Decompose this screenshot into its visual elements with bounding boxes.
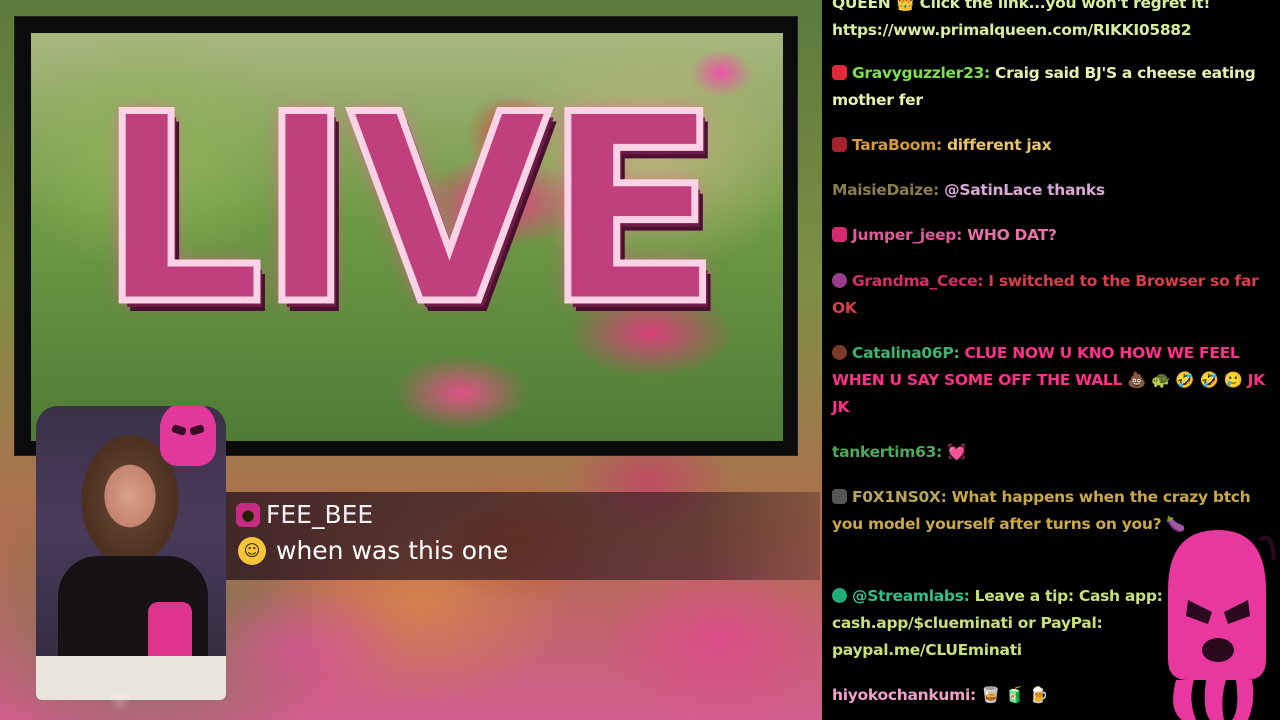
- user-badge-icon: [832, 273, 847, 288]
- chat-username[interactable]: @Streamlabs:: [852, 587, 970, 605]
- chat-message: Jumper_jeep: WHO DAT?: [832, 222, 1272, 249]
- highlight-message-text: when was this one: [276, 536, 509, 565]
- chat-text: 💓: [942, 443, 967, 461]
- highlight-body: ☺ when was this one: [238, 536, 508, 565]
- user-badge-icon: [832, 345, 847, 360]
- chat-message: TaraBoom: different jax: [832, 132, 1272, 159]
- user-badge-icon: [832, 227, 847, 242]
- mask-icon: [160, 406, 216, 466]
- user-badge-icon: [832, 137, 847, 152]
- chat-username[interactable]: Jumper_jeep:: [852, 226, 962, 244]
- streamer-body: [58, 556, 208, 700]
- chat-username[interactable]: F0X1NS0X:: [852, 488, 947, 506]
- chat-message: MaisieDaize: @SatinLace thanks: [832, 177, 1272, 204]
- chat-text: 🥃 🧃 🍺: [975, 686, 1049, 704]
- highlighted-chat-message: ● FEE_BEE ☺ when was this one: [226, 492, 820, 580]
- chat-username[interactable]: MaisieDaize:: [832, 181, 939, 199]
- desk: [36, 656, 226, 700]
- live-title: LIVE: [95, 60, 725, 362]
- streamlabs-badge-icon: [832, 588, 847, 603]
- chat-username[interactable]: Gravyguzzler23:: [852, 64, 990, 82]
- webcam-feed: [36, 406, 226, 700]
- chat-username[interactable]: tankertim63:: [832, 443, 942, 461]
- microphone-icon: [148, 602, 192, 672]
- chat-username[interactable]: Catalina06P:: [852, 344, 960, 362]
- highlight-user: ● FEE_BEE: [236, 500, 373, 529]
- chat-message: tankertim63: 💓: [832, 439, 1272, 466]
- chat-text: QUEEN 👑 Click the link...you won't regre…: [832, 0, 1211, 39]
- video-frame: LIVE: [14, 16, 798, 456]
- chat-username[interactable]: hiyokochankumi:: [832, 686, 976, 704]
- chat-text: @SatinLace thanks: [939, 181, 1105, 199]
- video-player[interactable]: LIVE: [31, 33, 783, 441]
- mask-badge-icon: ●: [236, 502, 260, 527]
- pink-balaclava-octopus-icon: [1168, 530, 1276, 720]
- user-badge-icon: [832, 489, 847, 504]
- chat-username[interactable]: Grandma_Cece:: [852, 272, 984, 290]
- chat-text: different jax: [941, 136, 1052, 154]
- chat-message: Grandma_Cece: I switched to the Browser …: [832, 268, 1272, 322]
- chat-message: Catalina06P: CLUE NOW U KNO HOW WE FEEL …: [832, 340, 1272, 421]
- user-badge-icon: [832, 65, 847, 80]
- laughing-emoji-icon: ☺: [238, 536, 266, 565]
- chat-message: QUEEN 👑 Click the link...you won't regre…: [832, 0, 1272, 44]
- highlight-username: FEE_BEE: [266, 500, 374, 529]
- chat-username[interactable]: TaraBoom:: [852, 136, 942, 154]
- stream-scene: LIVE ● FEE_BEE ☺ when was this one: [0, 0, 822, 720]
- chat-message: Gravyguzzler23: Craig said BJ'S a cheese…: [832, 60, 1272, 114]
- chat-text: WHO DAT?: [962, 226, 1057, 244]
- streamer-face: [70, 430, 190, 580]
